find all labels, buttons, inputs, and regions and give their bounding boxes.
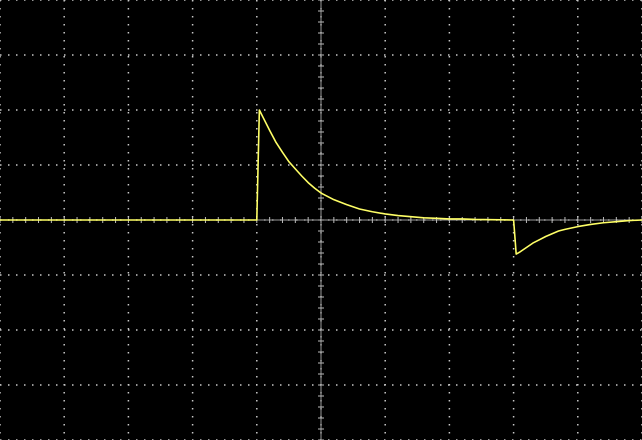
oscilloscope-display — [0, 0, 642, 440]
